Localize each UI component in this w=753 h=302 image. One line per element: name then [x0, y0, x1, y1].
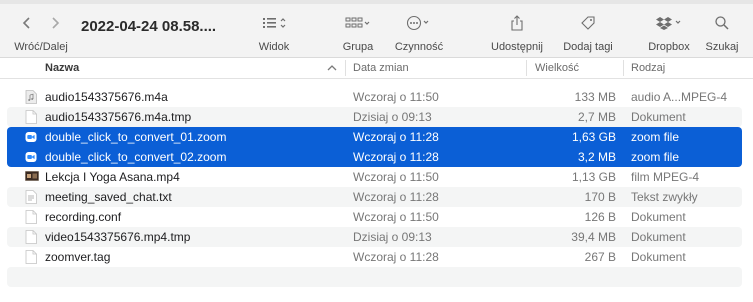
- add-tags-button[interactable]: Dodaj tagi: [559, 13, 617, 53]
- file-size: 133 MB: [574, 90, 616, 104]
- chevron-left-icon[interactable]: [22, 16, 32, 30]
- column-divider[interactable]: [345, 60, 346, 76]
- file-kind: audio A...MPEG-4: [631, 90, 728, 104]
- file-kind: Dokument: [631, 110, 686, 124]
- sort-ascending-icon: [327, 65, 337, 71]
- nav-back-forward[interactable]: Wróć/Dalej: [12, 13, 70, 53]
- file-name: video1543375676.mp4.tmp: [45, 230, 191, 244]
- share-icon: [511, 15, 523, 31]
- file-row[interactable]: double_click_to_convert_01.zoom Wczoraj o…: [0, 127, 753, 147]
- action-label: Czynność: [394, 41, 444, 53]
- file-row[interactable]: double_click_to_convert_02.zoom Wczoraj o…: [0, 147, 753, 167]
- group-label: Grupa: [342, 41, 374, 53]
- file-date-modified: Wczoraj o 11:50: [353, 210, 439, 224]
- dropbox-button[interactable]: Dropbox: [645, 13, 693, 53]
- file-size: 39,4 MB: [571, 230, 616, 244]
- dropbox-label: Dropbox: [648, 41, 690, 53]
- chevron-right-icon[interactable]: [50, 16, 60, 30]
- file-date-modified: Wczoraj o 11:28: [353, 250, 439, 264]
- file-size: 1,13 GB: [571, 170, 616, 184]
- file-name: recording.conf: [45, 210, 122, 224]
- file-size: 170 B: [584, 190, 616, 204]
- file-name: meeting_saved_chat.txt: [45, 190, 172, 204]
- document-icon: [25, 230, 37, 244]
- list-view-icon: [263, 18, 286, 28]
- document-icon: [25, 110, 37, 124]
- file-name: Lekcja I Yoga Asana.mp4: [45, 170, 180, 184]
- search-button[interactable]: Szukaj: [701, 13, 743, 53]
- action-button[interactable]: Czynność: [392, 13, 446, 53]
- file-row[interactable]: audio1543375676.m4a.tmp Dzisiaj o 09:13 2,…: [0, 107, 753, 127]
- zoom-file-icon: [25, 150, 37, 164]
- file-row[interactable]: meeting_saved_chat.txt Wczoraj o 11:28 170…: [0, 187, 753, 207]
- group-button[interactable]: Grupa: [336, 13, 380, 53]
- file-row[interactable]: video1543375676.mp4.tmp Dzisiaj o 09:13 39…: [0, 227, 753, 247]
- column-divider[interactable]: [526, 60, 527, 76]
- file-name: audio1543375676.m4a: [45, 90, 168, 104]
- nav-label: Wróć/Dalej: [14, 41, 68, 53]
- file-kind: film MPEG-4: [631, 170, 700, 184]
- file-row[interactable]: recording.conf Wczoraj o 11:50 126 B Dokume…: [0, 207, 753, 227]
- file-name: double_click_to_convert_01.zoom: [45, 130, 227, 144]
- column-name-label: Nazwa: [45, 62, 80, 74]
- window-top-edge: [0, 0, 753, 4]
- file-date-modified: Wczoraj o 11:28: [353, 150, 439, 164]
- empty-row: [0, 267, 753, 287]
- group-grid-icon: [345, 17, 370, 28]
- column-size-header[interactable]: Wielkość: [535, 58, 579, 78]
- document-icon: [25, 210, 37, 224]
- file-date-modified: Dzisiaj o 09:13: [353, 230, 432, 244]
- file-kind: Tekst zwykły: [631, 190, 698, 204]
- file-date-modified: Wczoraj o 11:50: [353, 90, 439, 104]
- file-kind: Dokument: [631, 250, 686, 264]
- file-row[interactable]: Lekcja I Yoga Asana.mp4 Wczoraj o 11:50 1,…: [0, 167, 753, 187]
- search-label: Szukaj: [705, 41, 739, 53]
- column-kind-header[interactable]: Rodzaj: [631, 58, 665, 78]
- video-thumbnail-icon: [25, 170, 39, 184]
- column-divider[interactable]: [623, 60, 624, 76]
- column-header: Nazwa Data zmian Wielkość Rodzaj: [0, 58, 753, 79]
- view-label: Widok: [258, 41, 290, 53]
- file-date-modified: Dzisiaj o 09:13: [353, 110, 432, 124]
- file-date-modified: Wczoraj o 11:50: [353, 170, 439, 184]
- share-button[interactable]: Udostępnij: [486, 13, 548, 53]
- window-title: 2022-04-24 08.58....: [81, 18, 217, 35]
- view-button[interactable]: Widok: [254, 13, 294, 53]
- file-size: 126 B: [584, 210, 616, 224]
- tag-icon: [581, 16, 595, 30]
- file-name: audio1543375676.m4a.tmp: [45, 110, 192, 124]
- file-kind: Dokument: [631, 230, 686, 244]
- file-name: double_click_to_convert_02.zoom: [45, 150, 227, 164]
- file-size: 1,63 GB: [571, 130, 616, 144]
- file-row[interactable]: audio1543375676.m4a Wczoraj o 11:50 133 MB…: [0, 87, 753, 107]
- file-kind: Dokument: [631, 210, 686, 224]
- column-name-header[interactable]: Nazwa: [45, 58, 79, 78]
- file-date-modified: Wczoraj o 11:28: [353, 130, 439, 144]
- zoom-file-icon: [25, 130, 37, 144]
- finder-toolbar: Wróć/Dalej 2022-04-24 08.58.... Widok Gr…: [0, 0, 753, 58]
- file-name: zoomver.tag: [45, 250, 111, 264]
- column-size-label: Wielkość: [535, 62, 580, 74]
- file-kind: zoom file: [631, 130, 680, 144]
- text-file-icon: [25, 190, 37, 204]
- column-kind-label: Rodzaj: [631, 62, 666, 74]
- file-date-modified: Wczoraj o 11:28: [353, 190, 439, 204]
- file-row[interactable]: zoomver.tag Wczoraj o 11:28 267 B Dokument: [0, 247, 753, 267]
- dropbox-icon: [656, 17, 681, 30]
- file-kind: zoom file: [631, 150, 680, 164]
- row-background: [7, 267, 742, 287]
- file-size: 267 B: [584, 250, 616, 264]
- column-date-label: Data zmian: [353, 62, 409, 74]
- more-actions-icon: [406, 15, 429, 31]
- file-size: 2,7 MB: [577, 110, 616, 124]
- file-list: audio1543375676.m4a Wczoraj o 11:50 133 MB…: [0, 87, 753, 287]
- share-label: Udostępnij: [491, 41, 543, 53]
- search-icon: [715, 16, 729, 30]
- audio-file-icon: [25, 90, 37, 104]
- column-date-header[interactable]: Data zmian: [353, 58, 409, 78]
- file-size: 3,2 MB: [577, 150, 616, 164]
- tags-label: Dodaj tagi: [563, 41, 613, 53]
- document-icon: [25, 250, 37, 264]
